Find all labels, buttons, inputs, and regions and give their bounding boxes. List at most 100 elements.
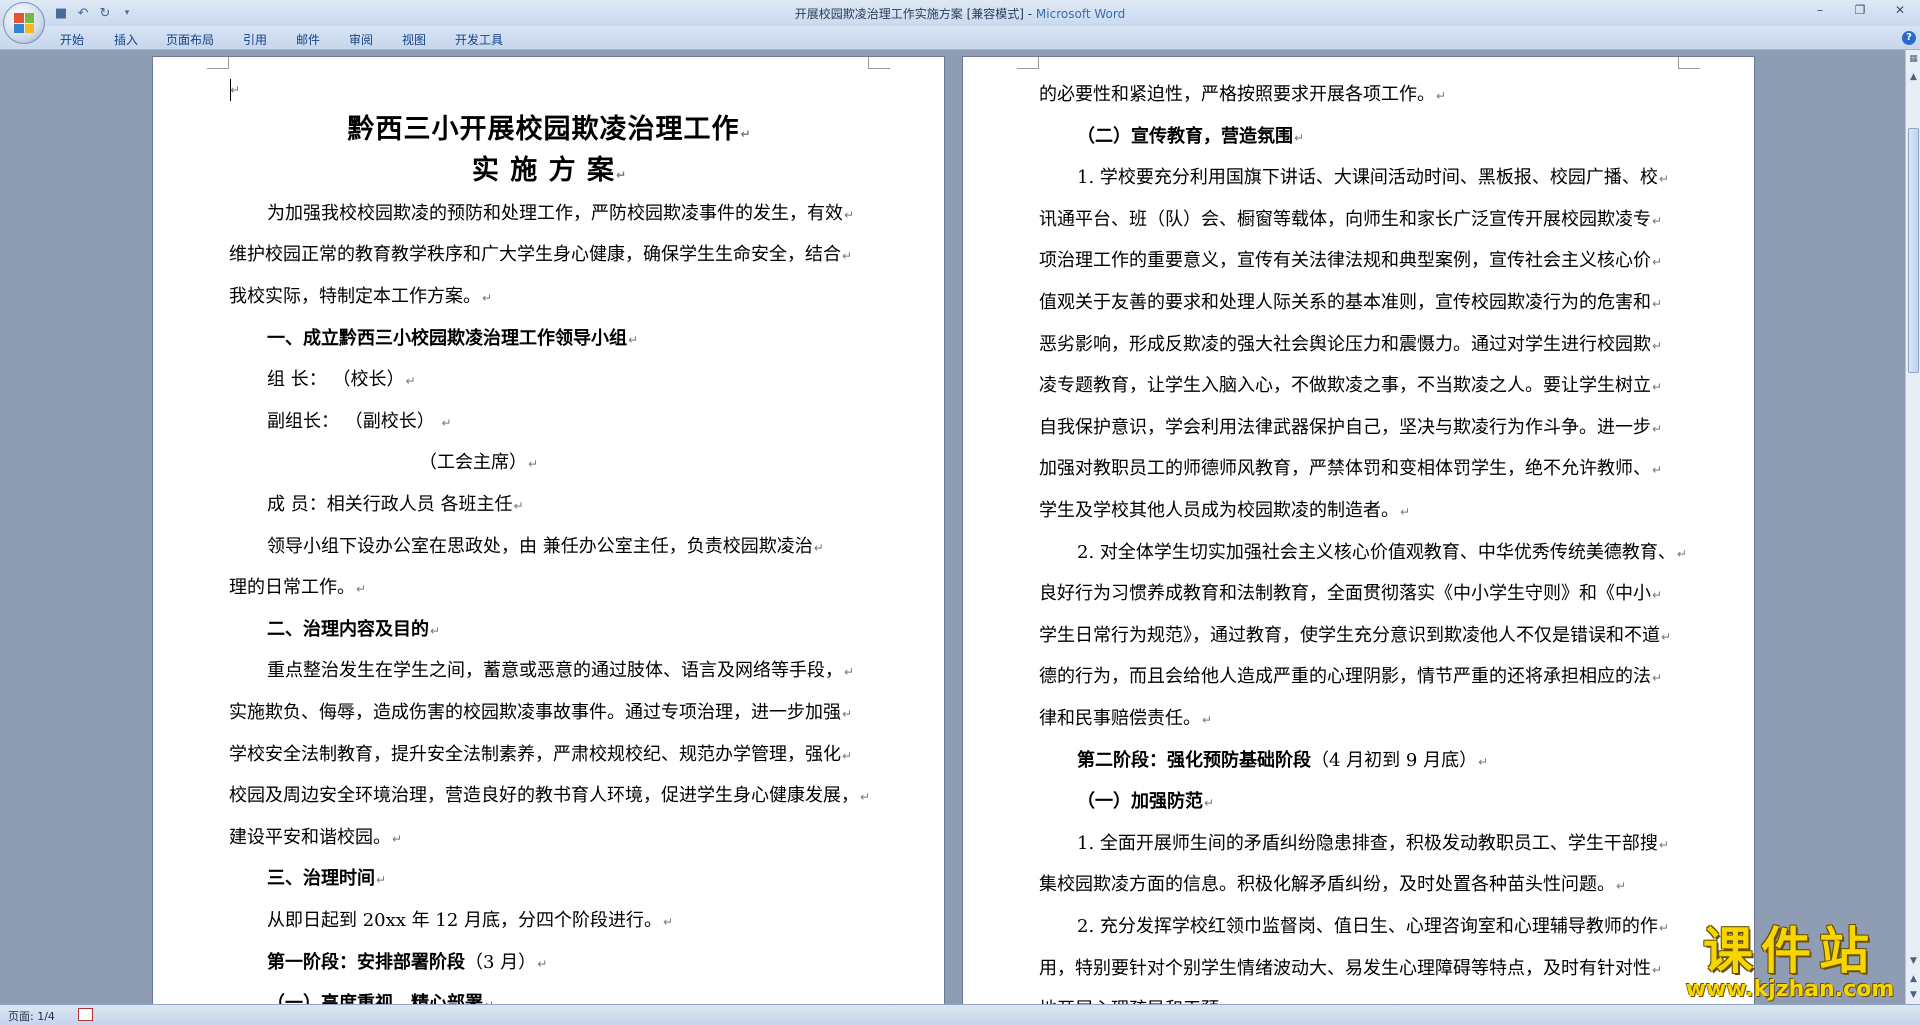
paragraph-mark-icon: ↵ [842, 249, 853, 264]
status-bar: 页面: 1/4 [0, 1004, 1920, 1025]
ruler-toggle-icon[interactable]: ▦ [1907, 52, 1920, 66]
paragraph-mark-icon: ↵ [1202, 713, 1213, 727]
tab-insert[interactable]: 插入 [114, 31, 138, 48]
ribbon-tab-bar: 开始 插入 页面布局 引用 邮件 审阅 视图 开发工具 ? [0, 26, 1920, 50]
doc-line: 2. 对全体学生切实加强社会主义核心价值观教育、中华优秀传统美德教育、↵ [1077, 541, 1687, 566]
watermark-logo-text: 课件站 [1703, 922, 1877, 980]
doc-line-text: 的必要性和紧迫性，严格按照要求开展各项工作。 [1039, 84, 1435, 105]
paragraph-mark-icon: ↵ [441, 415, 452, 430]
paragraph-mark-icon: ↵ [1676, 546, 1687, 561]
vertical-scrollbar[interactable]: ▦ ▲ ▼ ▲ ▼ [1905, 50, 1920, 1004]
doc-line: 校园及周边安全环境治理，营造良好的教书育人环境，促进学生身心健康发展，↵ [229, 784, 870, 809]
doc-line: （二）宣传教育，营造氛围↵ [1077, 125, 1304, 150]
doc-line-text: 值观关于友善的要求和处理人际关系的基本准则，宣传校园欺凌行为的危害和 [1039, 292, 1651, 313]
minimize-button[interactable]: – [1800, 0, 1840, 20]
doc-line: 一、成立黔西三小校园欺凌治理工作领导小组↵ [267, 327, 638, 352]
doc-line-text: （二）宣传教育，营造氛围 [1077, 125, 1293, 147]
paragraph-mark-icon: ↵ [392, 831, 403, 846]
doc-line: 学校安全法制教育，提升安全法制素养，严肃校规校纪、规范办学管理，强化↵ [229, 743, 852, 768]
doc-line: 加强对教职员工的师德师风教育，严禁体罚和变相体罚学生，绝不允许教师、↵ [1039, 457, 1662, 482]
crop-mark [1678, 57, 1700, 69]
doc-line-text: 集校园欺凌方面的信息。积极化解矛盾纠纷，及时处置各种苗头性问题。 [1039, 874, 1615, 896]
doc-line-text: 一、成立黔西三小校园欺凌治理工作领导小组 [267, 327, 627, 349]
tab-home[interactable]: 开始 [60, 31, 84, 48]
paragraph-mark-icon: ↵ [513, 499, 524, 513]
doc-line: 为加强我校校园欺凌的预防和处理工作，严防校园欺凌事件的发生，有效↵ [267, 202, 854, 227]
window-title: 开展校园欺凌治理工作实施方案 [兼容模式] - Microsoft Word [794, 7, 1126, 21]
doc-line-text: 维护校园正常的教育教学秩序和广大学生身心健康，确保学生生命安全，结合 [229, 244, 841, 266]
paragraph-mark-icon: ↵ [813, 540, 824, 555]
doc-line-text: 重点整治发生在学生之间，蓄意或恶意的通过肢体、语言及网络等手段， [267, 660, 843, 682]
doc-line: 1. 全面开展师生间的矛盾纠纷隐患排查，积极发动教职员工、学生干部搜↵ [1077, 832, 1669, 857]
doc-line: 第一阶段：安排部署阶段（3 月）↵ [267, 951, 547, 976]
site-watermark: 课件站 www.kjzhan.com [1660, 922, 1915, 1004]
document-page-2[interactable]: 的必要性和紧迫性，严格按照要求开展各项工作。↵ （二）宣传教育，营造氛围↵ 1. 学… [962, 56, 1755, 1004]
close-button[interactable]: ✕ [1880, 0, 1920, 20]
page-number-status[interactable]: 页面: 1/4 [8, 1008, 55, 1024]
paragraph-mark-icon: ↵ [1658, 837, 1669, 852]
tab-mailings[interactable]: 邮件 [296, 31, 320, 48]
help-icon[interactable]: ? [1902, 31, 1916, 45]
doc-line: 建设平安和谐校园。↵ [229, 826, 402, 851]
text-cursor [230, 79, 231, 101]
doc-line-suffix: （4 月初到 9 月底） [1311, 749, 1478, 771]
paragraph-mark-icon: ↵ [844, 665, 855, 680]
doc-line-text: 学生日常行为规范》，通过教育，使学生充分意识到欺凌他人不仅是错误和不道 [1039, 624, 1660, 646]
doc-line-text: 三、治理时间 [267, 868, 375, 890]
doc-line-text: 领导小组下设办公室在思政处，由 兼任办公室主任，负责校园欺凌治 [267, 535, 813, 557]
doc-line: 讯通平台、班（队）会、橱窗等载体，向师生和家长广泛宣传开展校园欺凌专↵ [1039, 208, 1662, 233]
doc-line: （一）加强防范↵ [1077, 790, 1214, 815]
doc-line-text: 学生及学校其他人员成为校园欺凌的制造者。 [1039, 500, 1399, 521]
doc-line: 实施欺负、侮辱，造成伤害的校园欺凌事故事件。通过专项治理，进一步加强↵ [229, 701, 852, 726]
document-area[interactable]: ↵ 黔西三小开展校园欺凌治理工作↵ 实 施 方 案↵ 为加强我校校园欺凌的预防和处理工… [0, 50, 1905, 1004]
doc-line-text: 成 员：相关行政人员 各班主任 [267, 494, 513, 515]
paragraph-mark-icon: ↵ [1652, 671, 1663, 686]
office-button[interactable] [3, 2, 45, 44]
tab-view[interactable]: 视图 [402, 31, 426, 48]
doc-line: 二、治理内容及目的↵ [267, 618, 440, 643]
doc-line-text: 2. 对全体学生切实加强社会主义核心价值观教育、中华优秀传统美德教育、 [1077, 541, 1676, 563]
paragraph-mark-icon: ↵ [860, 790, 871, 805]
proofing-icon[interactable] [78, 1008, 93, 1021]
doc-line-text: （工会主席） [419, 452, 527, 474]
doc-line-suffix: （3 月） [465, 951, 537, 973]
maximize-button[interactable]: ❐ [1840, 0, 1880, 20]
crop-mark [207, 57, 229, 69]
doc-line-text: 律和民事赔偿责任。 [1039, 708, 1201, 729]
tab-developer[interactable]: 开发工具 [455, 31, 503, 48]
doc-line: 律和民事赔偿责任。↵ [1039, 707, 1212, 732]
app-name: Microsoft Word [1035, 7, 1126, 21]
document-page-1[interactable]: ↵ 黔西三小开展校园欺凌治理工作↵ 实 施 方 案↵ 为加强我校校园欺凌的预防和处理工… [152, 56, 945, 1004]
paragraph-mark-icon: ↵ [1652, 297, 1663, 311]
doc-line: 维护校园正常的教育教学秩序和广大学生身心健康，确保学生生命安全，结合↵ [229, 243, 852, 268]
paragraph-mark-icon: ↵ [663, 915, 674, 929]
paragraph-mark-icon: ↵ [430, 623, 441, 638]
doc-line: 从即日起到 20xx 年 12 月底，分四个阶段进行。↵ [267, 909, 673, 934]
doc-line: 黔西三小开展校园欺凌治理工作↵ [153, 113, 944, 151]
tab-page-layout[interactable]: 页面布局 [166, 31, 214, 48]
paragraph-mark-icon: ↵ [628, 332, 639, 347]
tab-review[interactable]: 审阅 [349, 31, 373, 48]
scroll-thumb[interactable] [1908, 128, 1919, 373]
scroll-up-icon[interactable]: ▲ [1907, 70, 1920, 84]
doc-line: （工会主席）↵ [419, 451, 538, 476]
paragraph-mark-icon: ↵ [1652, 213, 1663, 228]
doc-line: 良好行为习惯养成教育和法制教育，全面贯彻落实《中小学生守则》和《中小↵ [1039, 582, 1662, 607]
tab-references[interactable]: 引用 [243, 31, 267, 48]
crop-mark [868, 57, 890, 69]
doc-line: 第二阶段：强化预防基础阶段（4 月初到 9 月底）↵ [1077, 749, 1488, 774]
paragraph-mark-icon: ↵ [405, 374, 416, 389]
doc-line: 我校实际，特制定本工作方案。↵ [229, 285, 492, 310]
doc-line-text: 实施欺负、侮辱，造成伤害的校园欺凌事故事件。通过专项治理，进一步加强 [229, 702, 841, 723]
paragraph-mark-icon: ↵ [1652, 338, 1663, 353]
doc-line: 2. 充分发挥学校红领巾监督岗、值日生、心理咨询室和心理辅导教师的作↵ [1077, 915, 1669, 940]
doc-line-text: 副组长： （副校长） [267, 410, 441, 432]
doc-line: 自我保护意识，学会利用法律武器保护自己，坚决与欺凌行为作斗争。进一步↵ [1039, 416, 1662, 441]
doc-line-text: 项治理工作的重要意义，宣传有关法律法规和典型案例，宣传社会主义核心价 [1039, 250, 1651, 272]
doc-line-text: 实 施 方 案 [471, 155, 616, 187]
doc-line-text: 1. 全面开展师生间的矛盾纠纷隐患排查，积极发动教职员工、学生干部搜 [1077, 832, 1658, 854]
paragraph-mark-icon: ↵ [1658, 172, 1669, 187]
doc-line-text: 加强对教职员工的师德师风教育，严禁体罚和变相体罚学生，绝不允许教师、 [1039, 458, 1651, 480]
doc-line: 实 施 方 案↵ [153, 154, 944, 192]
watermark-url: www.kjzhan.com [1685, 977, 1895, 1002]
